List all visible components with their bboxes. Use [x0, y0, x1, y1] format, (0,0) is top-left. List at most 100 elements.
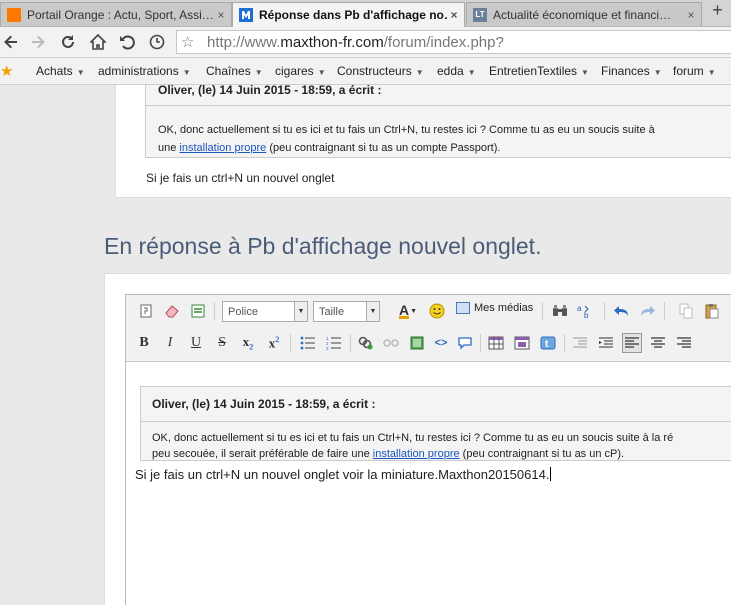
lt-icon: LT: [473, 7, 487, 22]
address-bar[interactable]: ☆ http://www.maxthon-fr.com/forum/index.…: [176, 30, 731, 54]
editor-quote-author: Oliver, (le) 14 Juin 2015 - 18:59, a écr…: [152, 397, 376, 411]
twitter-button[interactable]: t: [538, 333, 558, 353]
svg-text:b: b: [584, 311, 589, 319]
align-center-icon: [651, 337, 665, 348]
underline-button[interactable]: U: [186, 333, 206, 353]
bold-button[interactable]: B: [134, 333, 154, 353]
tab-orange-portal[interactable]: Portail Orange : Actu, Sport, Assi… ×: [0, 2, 232, 26]
size-select[interactable]: Taille ▼: [313, 301, 380, 322]
reload-button[interactable]: [57, 31, 79, 53]
outdent-button[interactable]: [570, 333, 590, 353]
subscript-button[interactable]: x2: [238, 333, 258, 353]
strike-button[interactable]: S: [212, 333, 232, 353]
align-right-button[interactable]: [674, 333, 694, 353]
superscript-icon: x2: [268, 334, 280, 351]
bookmark-folder-forum[interactable]: forum ▼: [673, 64, 716, 78]
paste-icon: [705, 304, 719, 319]
replace-icon: ab: [577, 304, 589, 319]
forward-button[interactable]: [27, 31, 49, 53]
back-button[interactable]: [0, 31, 22, 53]
chevron-down-icon: ▼: [294, 302, 307, 321]
editor-installation-propre-link[interactable]: installation propre: [373, 448, 460, 460]
undo-close-button[interactable]: [116, 31, 138, 53]
select-all-button[interactable]: [188, 301, 208, 321]
maxthon-icon: [239, 8, 253, 22]
code-button[interactable]: <>: [431, 333, 451, 353]
undo-icon: [120, 35, 135, 50]
chevron-down-icon: ▼: [707, 68, 716, 77]
replace-button[interactable]: ab: [574, 301, 594, 321]
superscript-button[interactable]: x2: [264, 333, 284, 353]
quote-block: Oliver, (le) 14 Juin 2015 - 18:59, a écr…: [145, 85, 731, 158]
orange-portal-icon: [7, 7, 21, 22]
navigation-bar: ☆ http://www.maxthon-fr.com/forum/index.…: [0, 27, 731, 58]
tab-reponse-forum[interactable]: Réponse dans Pb d'affichage no… ×: [232, 2, 465, 27]
tab-title: Réponse dans Pb d'affichage no…: [259, 8, 448, 22]
close-icon[interactable]: ×: [448, 8, 460, 22]
code-icon: <>: [434, 337, 448, 349]
mes-medias-button[interactable]: Mes médias: [456, 302, 533, 314]
binoculars-icon: [553, 305, 567, 316]
text-color-button[interactable]: A ▼: [394, 301, 422, 321]
unlink-button[interactable]: [381, 333, 401, 353]
italic-button[interactable]: I: [160, 333, 180, 353]
quote-body: OK, donc actuellement si tu es ici et tu…: [158, 124, 655, 154]
new-tab-button[interactable]: +: [704, 0, 731, 24]
toolbar-row-1: Police ▼ Taille ▼ A ▼ Mes médias a b: [126, 297, 731, 327]
chevron-down-icon: ▼: [653, 68, 662, 77]
smiley-icon: [429, 303, 445, 319]
close-icon[interactable]: ×: [685, 8, 697, 22]
favorite-star-icon[interactable]: ☆: [181, 33, 194, 51]
bookmark-folder-edda[interactable]: edda ▼: [437, 64, 476, 78]
bookmarks-star-icon: ★: [0, 63, 14, 80]
bookmark-folder-finances[interactable]: Finances ▼: [601, 64, 662, 78]
media-embed-icon: [514, 336, 530, 350]
tab-strip: Portail Orange : Actu, Sport, Assi… × Ré…: [0, 0, 731, 27]
paste-button[interactable]: [702, 301, 722, 321]
undo-button[interactable]: [612, 301, 632, 321]
outdent-icon: [573, 337, 587, 348]
quote-button[interactable]: [455, 333, 475, 353]
insert-image-button[interactable]: [407, 333, 427, 353]
history-button[interactable]: [146, 31, 168, 53]
bulleted-list-button[interactable]: [298, 333, 318, 353]
redo-button[interactable]: [637, 301, 657, 321]
bookmark-folder-administrations[interactable]: administrations ▼: [98, 64, 191, 78]
find-button[interactable]: [550, 301, 570, 321]
insert-link-button[interactable]: [356, 333, 376, 353]
installation-propre-link[interactable]: installation propre: [179, 142, 266, 154]
eraser-button[interactable]: [162, 301, 182, 321]
chevron-down-icon: ▼: [467, 68, 476, 77]
clock-icon: [149, 34, 165, 50]
redo-arrow-icon: [641, 306, 655, 316]
copy-button[interactable]: [676, 301, 696, 321]
editor-quote-divider: [141, 421, 731, 422]
editor-content-area[interactable]: Oliver, (le) 14 Juin 2015 - 18:59, a écr…: [126, 362, 731, 605]
align-center-button[interactable]: [648, 333, 668, 353]
rich-text-editor: Police ▼ Taille ▼ A ▼ Mes médias a b B I…: [125, 294, 731, 605]
close-icon[interactable]: ×: [215, 8, 227, 22]
source-button[interactable]: [136, 301, 156, 321]
smiley-button[interactable]: [427, 301, 447, 321]
bookmark-folder-entretientextiles[interactable]: EntretienTextiles ▼: [489, 64, 589, 78]
tab-actualite-economique[interactable]: LT Actualité économique et financi… ×: [466, 2, 702, 26]
text-caret: [550, 467, 552, 481]
back-arrow-icon: [4, 35, 17, 49]
table-icon: [488, 336, 504, 350]
media-embed-button[interactable]: [512, 333, 532, 353]
unlink-icon: [383, 339, 399, 347]
bookmark-folder-cigares[interactable]: cigares ▼: [275, 64, 326, 78]
align-left-button[interactable]: [622, 333, 642, 353]
svg-text:3: 3: [326, 346, 329, 350]
bookmark-folder-constructeurs[interactable]: Constructeurs ▼: [337, 64, 424, 78]
bookmark-folder-chaines[interactable]: Chaînes ▼: [206, 64, 263, 78]
editor-body-text[interactable]: Si je fais un ctrl+N un nouvel onglet vo…: [135, 467, 552, 482]
home-button[interactable]: [87, 31, 109, 53]
indent-button[interactable]: [596, 333, 616, 353]
font-select[interactable]: Police ▼: [222, 301, 308, 322]
copy-icon: [679, 303, 693, 319]
numbered-list-button[interactable]: 123: [324, 333, 344, 353]
table-button[interactable]: [486, 333, 506, 353]
numbered-list-icon: 123: [326, 336, 341, 350]
bookmark-folder-achats[interactable]: Achats ▼: [36, 64, 85, 78]
